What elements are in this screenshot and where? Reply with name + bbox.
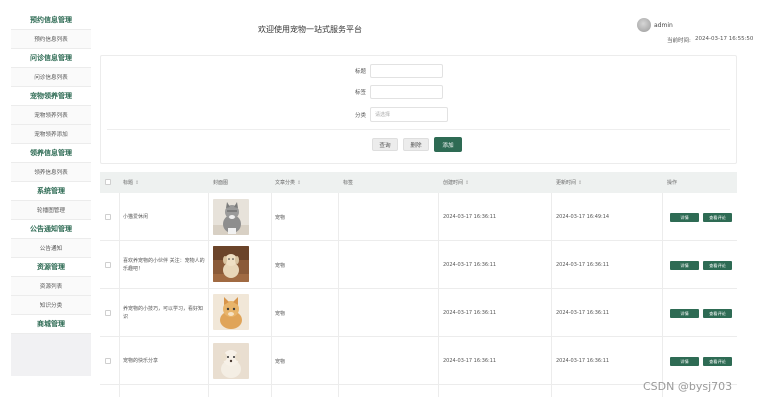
current-time-label: 当前时间: bbox=[667, 38, 691, 44]
category-filter-label: 分类 bbox=[354, 112, 366, 119]
row-updated: 2024-03-17 16:49:14 bbox=[556, 214, 610, 220]
cover-image-gray-cat bbox=[213, 199, 249, 235]
sidebar-group-pet-adoption[interactable]: 宠物领养管理 bbox=[11, 87, 91, 106]
app-window: 预约信息管理 预约信息列表 问诊信息管理 问诊信息列表 宠物领养管理 宠物领养列… bbox=[0, 0, 772, 403]
row-created: 2024-03-17 16:36:11 bbox=[443, 214, 497, 220]
tag-filter: 标签 bbox=[352, 85, 443, 99]
panel-divider bbox=[107, 129, 730, 130]
row-updated: 2024-03-17 16:36:11 bbox=[556, 358, 610, 364]
sidebar-item-consultation-list[interactable]: 问诊信息列表 bbox=[11, 68, 91, 87]
sidebar-group-consultation[interactable]: 问诊信息管理 bbox=[11, 49, 91, 68]
avatar[interactable] bbox=[637, 18, 651, 32]
col-actions: 操作 bbox=[667, 180, 678, 186]
table-row: 养宠物的小技巧，可以学习，看好知识 宠物 2024-03-17 16:36:11… bbox=[100, 289, 737, 337]
row-checkbox[interactable] bbox=[105, 310, 111, 316]
sidebar-group-system[interactable]: 系统管理 bbox=[11, 182, 91, 201]
col-created[interactable]: 创建时间 ⇕ bbox=[443, 179, 469, 186]
row-category: 宠物 bbox=[275, 215, 286, 221]
cover-image-orange-cat bbox=[213, 294, 249, 330]
row-title: 宠物的快乐分享 bbox=[123, 358, 159, 364]
tag-input[interactable] bbox=[370, 85, 443, 99]
sidebar-item-adoption-info-list[interactable]: 领养信息列表 bbox=[11, 163, 91, 182]
sidebar-group-adoption-info[interactable]: 领养信息管理 bbox=[11, 144, 91, 163]
row-title: 喜欢养宠物的小伙伴 关注：宠物人的乐趣吧！ bbox=[123, 258, 205, 272]
sidebar-item-resource-list[interactable]: 资源列表 bbox=[11, 277, 91, 296]
tag-filter-label: 标签 bbox=[354, 90, 366, 96]
category-select[interactable]: 请选择 bbox=[370, 107, 448, 122]
col-tags: 标签 bbox=[343, 180, 354, 186]
sort-icon[interactable]: ⇕ bbox=[135, 180, 139, 186]
table-row: 宠物的快乐分享 宠物 2024-03-17 16:36:11 2024-03-1… bbox=[100, 337, 737, 385]
view-comments-button[interactable]: 查看评论 bbox=[703, 261, 732, 270]
cover-image-white-dog bbox=[213, 343, 249, 379]
title-filter-label: 标题 bbox=[354, 69, 366, 75]
view-comments-button[interactable]: 查看评论 bbox=[703, 309, 732, 318]
current-time-value: 2024-03-17 16:55:50 bbox=[695, 36, 754, 42]
view-comments-button[interactable]: 查看评论 bbox=[703, 357, 732, 366]
username[interactable]: admin bbox=[654, 22, 673, 29]
row-checkbox[interactable] bbox=[105, 214, 111, 220]
row-updated: 2024-03-17 16:36:11 bbox=[556, 262, 610, 268]
row-created: 2024-03-17 16:36:11 bbox=[443, 262, 497, 268]
row-category: 宠物 bbox=[275, 359, 286, 365]
row-category: 宠物 bbox=[275, 263, 286, 269]
sidebar: 预约信息管理 预约信息列表 问诊信息管理 问诊信息列表 宠物领养管理 宠物领养列… bbox=[11, 11, 91, 376]
sidebar-item-pet-adoption-add[interactable]: 宠物领养添加 bbox=[11, 125, 91, 144]
watermark: CSDN @bysj703 bbox=[643, 380, 733, 393]
row-created: 2024-03-17 16:36:11 bbox=[443, 358, 497, 364]
row-updated: 2024-03-17 16:36:11 bbox=[556, 310, 610, 316]
sidebar-item-pet-adoption-list[interactable]: 宠物领养列表 bbox=[11, 106, 91, 125]
title-input[interactable] bbox=[370, 64, 443, 78]
page-title: 欢迎使用宠物一站式服务平台 bbox=[258, 25, 362, 34]
col-category[interactable]: 文章分类 ⇕ bbox=[275, 179, 301, 186]
delete-button[interactable]: 删除 bbox=[403, 138, 429, 151]
select-all-checkbox[interactable] bbox=[105, 179, 111, 185]
row-checkbox[interactable] bbox=[105, 262, 111, 268]
row-created: 2024-03-17 16:36:11 bbox=[443, 310, 497, 316]
sidebar-item-carousel[interactable]: 轮播图管理 bbox=[11, 201, 91, 220]
col-updated[interactable]: 更新时间 ⇕ bbox=[556, 179, 582, 186]
row-title: 养宠物的小技巧，可以学习，看好知识 bbox=[123, 306, 204, 320]
sidebar-menu: 预约信息管理 预约信息列表 问诊信息管理 问诊信息列表 宠物领养管理 宠物领养列… bbox=[11, 11, 91, 334]
col-cover: 封面图 bbox=[213, 180, 229, 186]
row-category: 宠物 bbox=[275, 311, 286, 317]
sort-icon[interactable]: ⇕ bbox=[578, 180, 582, 186]
query-button[interactable]: 查询 bbox=[372, 138, 398, 151]
table-row: 喜欢养宠物的小伙伴 关注：宠物人的乐趣吧！ 宠物 2024-03-17 16:3… bbox=[100, 241, 737, 289]
sort-icon[interactable]: ⇕ bbox=[297, 180, 301, 186]
view-comments-button[interactable]: 查看评论 bbox=[703, 213, 732, 222]
sidebar-item-knowledge-category[interactable]: 知识分类 bbox=[11, 296, 91, 315]
sidebar-group-mall[interactable]: 商城管理 bbox=[11, 315, 91, 334]
article-table: 标题 ⇕ 封面图 文章分类 ⇕ 标签 创建时间 ⇕ 更新时间 ⇕ 操作 小猫爱休闲 bbox=[100, 172, 737, 397]
table-row: 小猫爱休闲 宠物 2024-03-17 16:36:11 2024-03-17 … bbox=[100, 193, 737, 241]
table-header: 标题 ⇕ 封面图 文章分类 ⇕ 标签 创建时间 ⇕ 更新时间 ⇕ 操作 bbox=[100, 172, 737, 193]
sidebar-item-appointment-list[interactable]: 预约信息列表 bbox=[11, 30, 91, 49]
detail-button[interactable]: 详情 bbox=[670, 213, 699, 222]
category-filter: 分类 请选择 bbox=[352, 107, 448, 122]
cover-image-tan-dog bbox=[213, 246, 249, 282]
col-title[interactable]: 标题 ⇕ bbox=[123, 179, 139, 186]
title-filter: 标题 bbox=[352, 64, 443, 78]
sidebar-group-appointment[interactable]: 预约信息管理 bbox=[11, 11, 91, 30]
search-panel: 标题 标签 分类 请选择 查询 删除 添加 bbox=[100, 55, 737, 164]
row-checkbox[interactable] bbox=[105, 358, 111, 364]
add-button[interactable]: 添加 bbox=[434, 137, 462, 152]
detail-button[interactable]: 详情 bbox=[670, 357, 699, 366]
row-title: 小猫爱休闲 bbox=[123, 214, 149, 220]
sidebar-group-resources[interactable]: 资源管理 bbox=[11, 258, 91, 277]
sidebar-item-notice[interactable]: 公告通知 bbox=[11, 239, 91, 258]
detail-button[interactable]: 详情 bbox=[670, 261, 699, 270]
sidebar-group-notice[interactable]: 公告通知管理 bbox=[11, 220, 91, 239]
sort-icon[interactable]: ⇕ bbox=[465, 180, 469, 186]
detail-button[interactable]: 详情 bbox=[670, 309, 699, 318]
